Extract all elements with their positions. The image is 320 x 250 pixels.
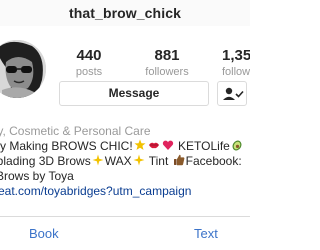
profile-bio: ty, Cosmetic & Personal Care sy Making B… bbox=[0, 124, 250, 199]
sparkles-emoji-icon bbox=[133, 154, 145, 166]
book-button[interactable]: Book bbox=[29, 226, 59, 241]
divider bbox=[0, 216, 250, 217]
stat-following[interactable]: 1,35 following bbox=[222, 47, 250, 79]
red-heart-emoji-icon bbox=[162, 140, 173, 150]
posts-count: 440 bbox=[76, 47, 102, 64]
kiss-lips-emoji-icon bbox=[148, 142, 159, 149]
sparkles-emoji-icon bbox=[92, 154, 104, 166]
message-button[interactable]: Message bbox=[59, 81, 209, 106]
following-toggle-button[interactable] bbox=[217, 81, 247, 106]
bio-line-2-text-c: Tint bbox=[148, 154, 169, 168]
bio-line-1-text-b: KETOLife bbox=[178, 139, 230, 153]
following-count: 1,35 bbox=[222, 47, 250, 64]
bio-line-2-text-b: WAX bbox=[104, 154, 132, 168]
bio-line-2-text-d: Facebook: bbox=[185, 154, 242, 168]
bio-website-link[interactable]: seat.com/toyabridges?utm_campaign bbox=[0, 184, 250, 199]
stat-posts[interactable]: 440 posts bbox=[66, 47, 112, 79]
thumbs-up-emoji-icon bbox=[173, 154, 185, 166]
bio-category: ty, Cosmetic & Personal Care bbox=[0, 124, 151, 138]
stat-followers[interactable]: 881 followers bbox=[139, 47, 195, 79]
avocado-emoji-icon bbox=[232, 140, 242, 151]
text-button[interactable]: Text bbox=[194, 226, 218, 241]
followers-label: followers bbox=[145, 66, 189, 78]
bio-line-1-text-a: sy Making BROWS CHIC! bbox=[0, 139, 133, 153]
following-label: following bbox=[222, 66, 250, 78]
bio-line-3: Brows by Toya bbox=[0, 169, 74, 183]
bio-line-1: sy Making BROWS CHIC! KETOLife bbox=[0, 139, 250, 154]
person-check-icon bbox=[223, 87, 244, 100]
bio-line-2-text-a: oblading 3D Brows bbox=[0, 154, 91, 168]
followers-count: 881 bbox=[154, 47, 180, 64]
instagram-profile-screen: that_brow_chick 440 posts 881 followers … bbox=[0, 0, 250, 250]
posts-label: posts bbox=[75, 66, 103, 78]
star-emoji-icon bbox=[134, 139, 146, 150]
bio-line-2: oblading 3D Brows WAX Tint Facebook: bbox=[0, 154, 250, 169]
